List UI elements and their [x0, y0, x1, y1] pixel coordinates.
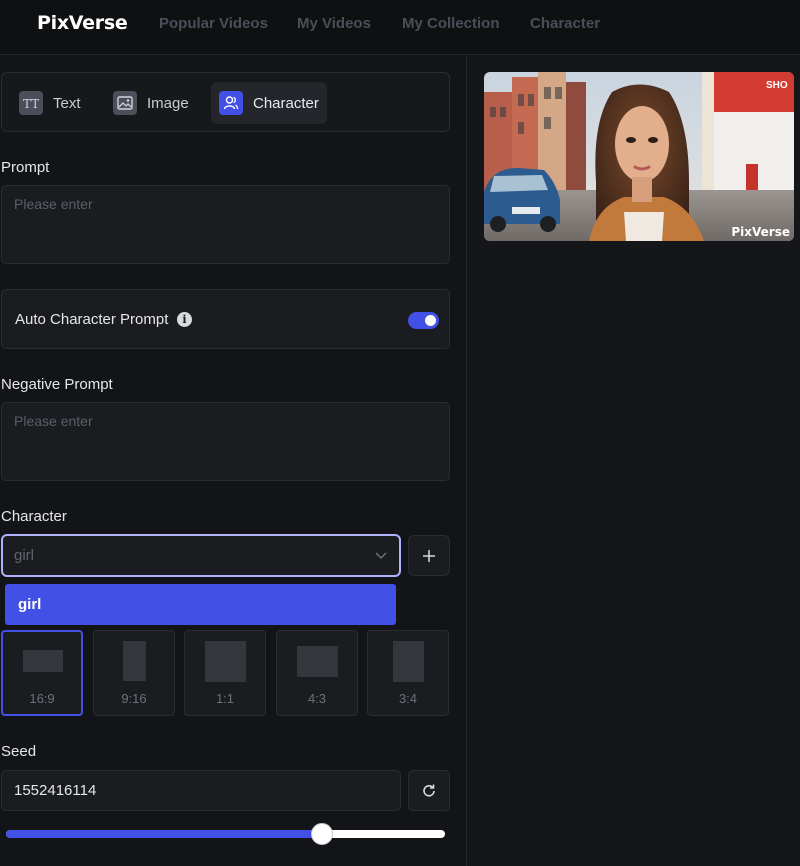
aspect-ratio-label: 16:9 [29, 691, 55, 706]
add-character-button[interactable] [408, 535, 450, 576]
slider-handle[interactable] [311, 823, 334, 845]
tab-character[interactable]: Character [211, 82, 327, 124]
seed-value: 1552416114 [14, 782, 97, 799]
slider-fill [6, 830, 323, 838]
chevron-down-icon [375, 552, 387, 560]
negative-prompt-placeholder: Please enter [14, 413, 93, 429]
tab-text-label: Text [53, 94, 81, 112]
negative-prompt-input[interactable]: Please enter [1, 402, 450, 481]
plus-icon [423, 549, 435, 562]
aspect-ratio-9-16[interactable]: 9:16 [93, 630, 175, 716]
seed-slider[interactable] [6, 823, 445, 845]
nav-my-collection[interactable]: My Collection [402, 15, 500, 32]
tab-image[interactable]: Image [104, 82, 194, 124]
tab-character-label: Character [253, 94, 319, 112]
auto-character-prompt-row: Auto Character Prompt i [1, 289, 450, 349]
character-option-girl[interactable]: girl [5, 584, 396, 625]
seed-input[interactable]: 1552416114 [1, 770, 401, 811]
character-label: Character [1, 508, 67, 525]
seed-label: Seed [1, 743, 37, 760]
toggle-knob [425, 315, 436, 326]
nav-popular-videos[interactable]: Popular Videos [159, 15, 268, 32]
character-icon [219, 91, 243, 115]
prompt-placeholder: Please enter [14, 196, 93, 212]
image-icon [113, 91, 137, 115]
ratio-shape [297, 646, 338, 677]
nav-character[interactable]: Character [530, 15, 600, 32]
aspect-ratio-1-1[interactable]: 1:1 [184, 630, 266, 716]
refresh-seed-button[interactable] [408, 770, 450, 811]
character-option-label: girl [18, 596, 42, 613]
pixverse-watermark: PixVerse [731, 225, 790, 239]
tab-text[interactable]: TT Text [10, 82, 90, 124]
auto-character-prompt-toggle[interactable] [408, 312, 439, 329]
preview-image[interactable]: SHO PixVerse [484, 72, 794, 241]
ratio-shape [393, 641, 424, 682]
svg-text:SHO: SHO [766, 80, 788, 91]
character-select-value: girl [14, 547, 35, 564]
negative-prompt-label: Negative Prompt [1, 376, 113, 393]
aspect-ratio-3-4[interactable]: 3:4 [367, 630, 449, 716]
aspect-ratio-label: 1:1 [215, 691, 235, 706]
aspect-ratio-16-9[interactable]: 16:9 [1, 630, 83, 716]
prompt-label: Prompt [1, 159, 50, 176]
aspect-ratio-label: 4:3 [307, 691, 327, 706]
ratio-shape [205, 641, 246, 682]
nav-my-videos[interactable]: My Videos [297, 15, 371, 32]
ratio-shape [23, 650, 63, 672]
tab-image-label: Image [147, 94, 189, 112]
info-icon[interactable]: i [177, 312, 192, 327]
character-select[interactable]: girl [1, 534, 401, 577]
mode-tabs: TT Text Image Character [1, 72, 450, 132]
aspect-ratio-label: 3:4 [398, 691, 418, 706]
prompt-input[interactable]: Please enter [1, 185, 450, 264]
aspect-ratio-4-3[interactable]: 4:3 [276, 630, 358, 716]
refresh-icon [423, 784, 435, 797]
aspect-ratio-label: 9:16 [121, 691, 147, 706]
preview-photo: SHO [484, 72, 794, 241]
pixverse-logo[interactable]: PixVerse [37, 12, 128, 34]
ratio-shape [123, 641, 146, 681]
text-icon: TT [19, 91, 43, 115]
svg-text:TT: TT [23, 97, 39, 110]
auto-character-prompt-label: Auto Character Prompt [15, 311, 169, 328]
top-navigation-bar: PixVerse Popular Videos My Videos My Col… [0, 0, 800, 55]
